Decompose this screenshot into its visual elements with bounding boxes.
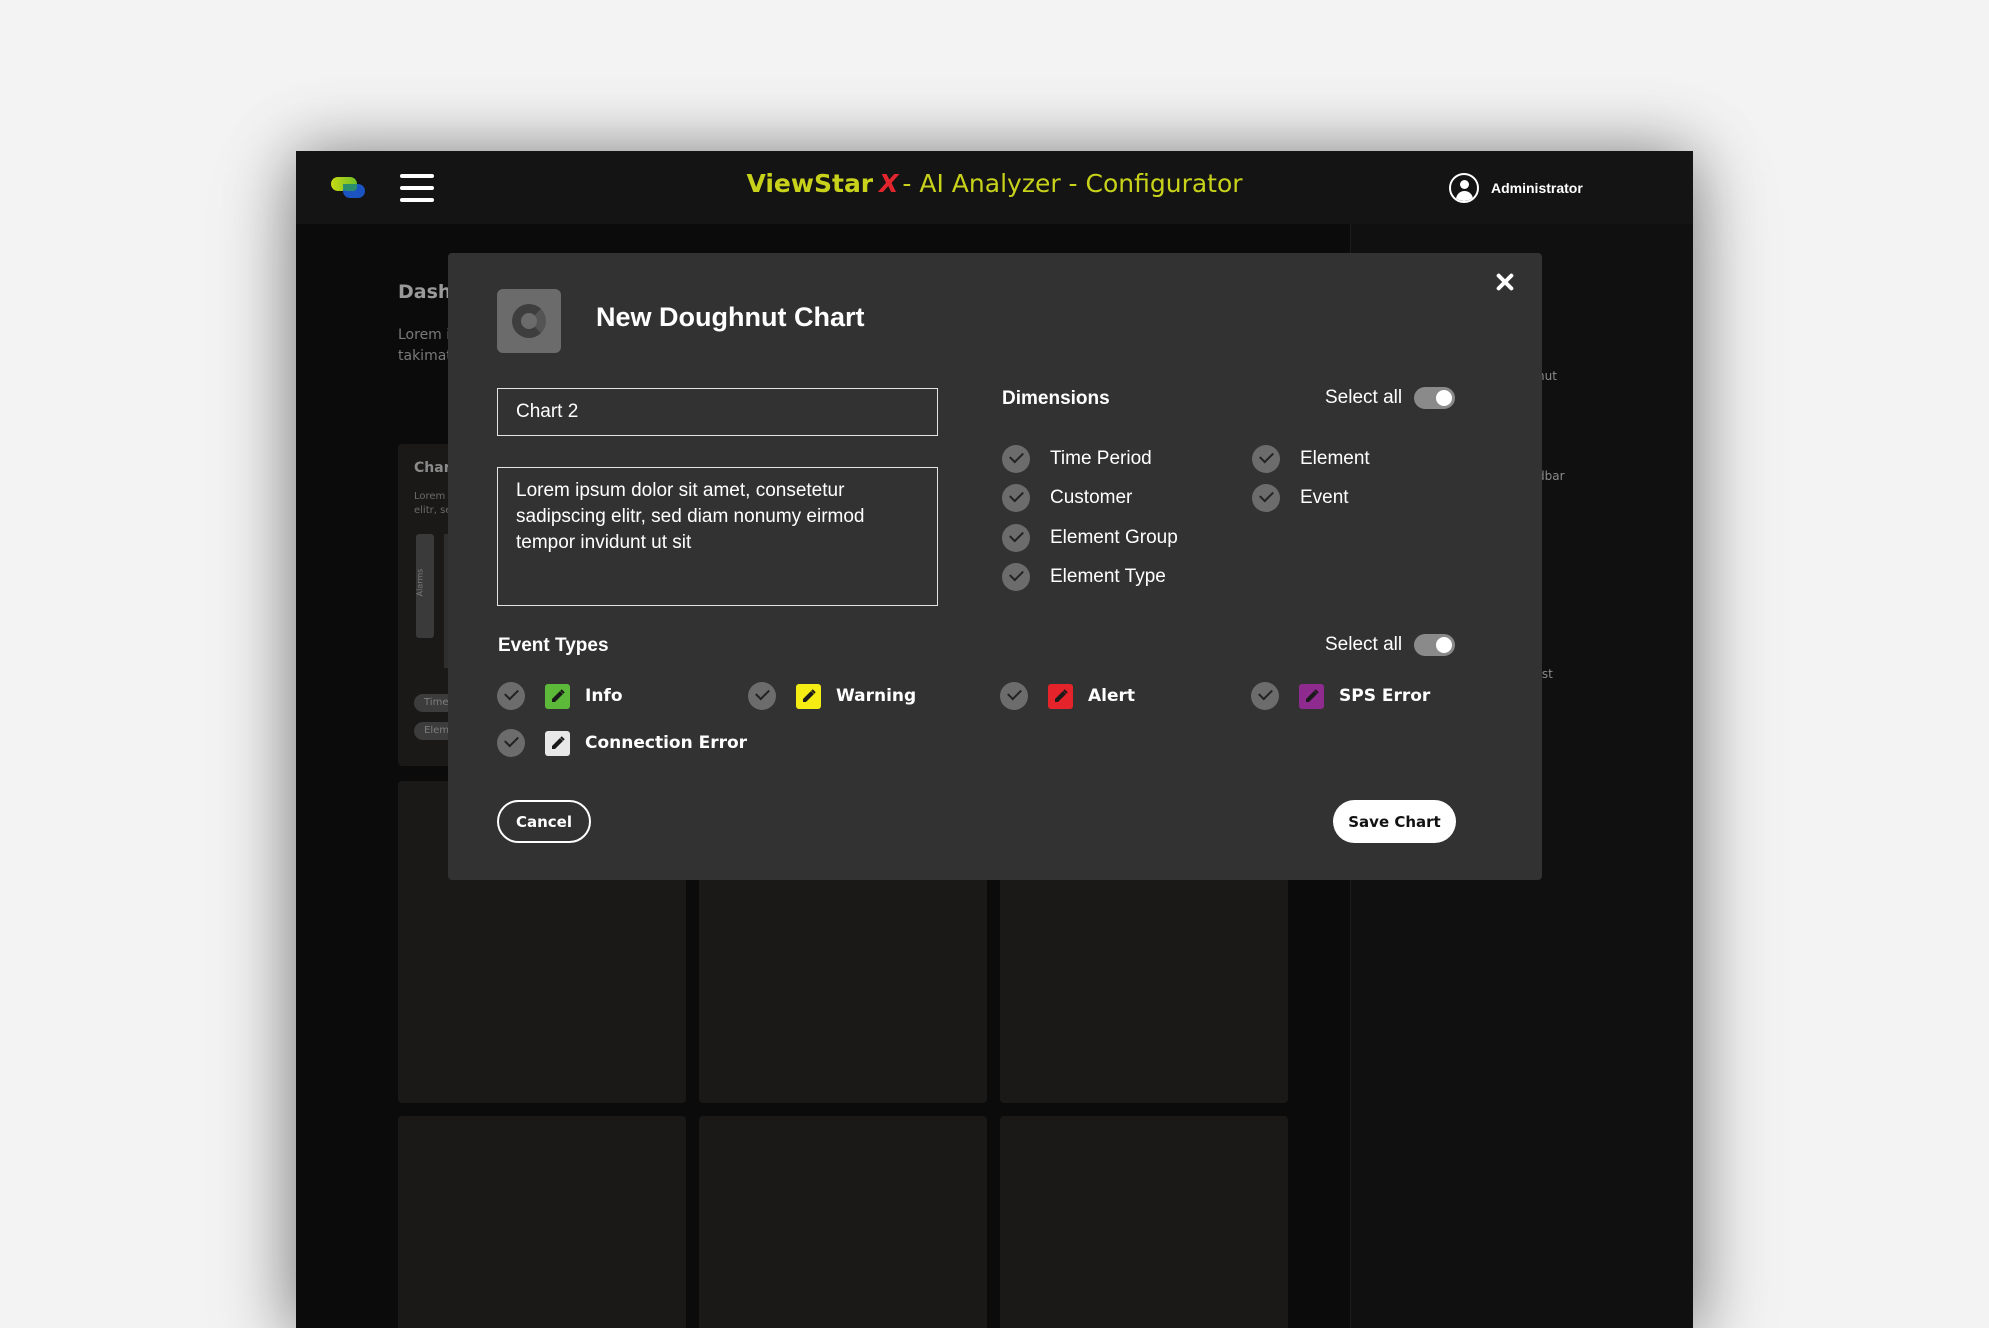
check-icon[interactable] — [1002, 484, 1030, 512]
event-type-label: Alert — [1088, 686, 1136, 706]
dimension-element-group[interactable]: Element Group — [1002, 524, 1178, 552]
background-tile — [699, 1116, 987, 1328]
check-icon[interactable] — [1252, 484, 1280, 512]
dimension-label: Event — [1300, 487, 1349, 508]
event-type-connection-error[interactable]: Connection Error — [497, 729, 747, 757]
event-type-alert[interactable]: Alert — [1000, 682, 1135, 710]
background-card-title: Char — [414, 460, 451, 476]
event-type-label: Connection Error — [585, 733, 748, 753]
check-icon[interactable] — [1002, 524, 1030, 552]
chart-name-input[interactable] — [497, 388, 938, 436]
app-brand-x: X — [879, 169, 899, 198]
check-icon[interactable] — [1251, 682, 1279, 710]
close-icon[interactable] — [1490, 267, 1520, 297]
dimension-label: Customer — [1050, 487, 1133, 508]
dimension-label: Element Group — [1050, 527, 1178, 548]
background-axis-label: Alarms — [415, 568, 425, 597]
user-menu[interactable]: Administrator — [1449, 172, 1583, 204]
pencil-icon[interactable] — [545, 683, 570, 709]
chart-description-input[interactable]: Lorem ipsum dolor sit amet, consetetur s… — [497, 467, 938, 606]
check-icon[interactable] — [497, 729, 525, 757]
event-type-sps-error[interactable]: SPS Error — [1251, 682, 1430, 710]
check-icon[interactable] — [1002, 445, 1030, 473]
dimension-element-type[interactable]: Element Type — [1002, 563, 1166, 591]
dimension-event[interactable]: Event — [1252, 484, 1349, 512]
pencil-icon[interactable] — [1299, 683, 1324, 709]
pencil-icon[interactable] — [1048, 683, 1073, 709]
cancel-button[interactable]: Cancel — [497, 800, 591, 843]
event-type-info[interactable]: Info — [497, 682, 623, 710]
dialog-title: New Doughnut Chart — [596, 302, 865, 332]
dimension-customer[interactable]: Customer — [1002, 484, 1132, 512]
new-chart-dialog: New Doughnut Chart Lorem ipsum dolor sit… — [448, 253, 1542, 880]
check-icon[interactable] — [1000, 682, 1028, 710]
dimensions-select-all[interactable]: Select all — [1325, 387, 1456, 409]
check-icon[interactable] — [497, 682, 525, 710]
dimension-element[interactable]: Element — [1252, 445, 1370, 473]
app-brand: ViewStar — [746, 169, 874, 198]
event-type-label: Info — [585, 686, 623, 706]
save-chart-button[interactable]: Save Chart — [1333, 800, 1456, 843]
select-all-label: Select all — [1325, 387, 1403, 408]
dimensions-title: Dimensions — [1002, 388, 1110, 409]
user-name: Administrator — [1491, 180, 1583, 196]
select-all-label: Select all — [1325, 634, 1403, 655]
event-type-label: SPS Error — [1339, 686, 1431, 706]
dimension-label: Element Type — [1050, 566, 1166, 587]
dimension-time-period[interactable]: Time Period — [1002, 445, 1152, 473]
user-icon — [1449, 173, 1479, 203]
check-icon[interactable] — [1252, 445, 1280, 473]
background-axis-bar: Alarms — [415, 534, 434, 638]
doughnut-chart-icon — [497, 289, 561, 353]
event-type-warning[interactable]: Warning — [748, 682, 916, 710]
select-all-toggle[interactable] — [1414, 634, 1456, 656]
app-subtitle: - AI Analyzer - Configurator — [902, 169, 1243, 198]
top-bar: ViewStar X - AI Analyzer - Configurator Ad… — [296, 151, 1693, 224]
pencil-icon[interactable] — [545, 730, 570, 756]
background-tile — [398, 1116, 686, 1328]
dimension-label: Element — [1300, 448, 1370, 469]
dimension-label: Time Period — [1050, 448, 1152, 469]
check-icon[interactable] — [1002, 563, 1030, 591]
pencil-icon[interactable] — [796, 683, 821, 709]
event-types-title: Event Types — [498, 635, 609, 656]
event-type-label: Warning — [836, 686, 917, 706]
background-tile — [1000, 1116, 1288, 1328]
check-icon[interactable] — [748, 682, 776, 710]
event-types-select-all[interactable]: Select all — [1325, 634, 1456, 656]
select-all-toggle[interactable] — [1414, 387, 1456, 409]
